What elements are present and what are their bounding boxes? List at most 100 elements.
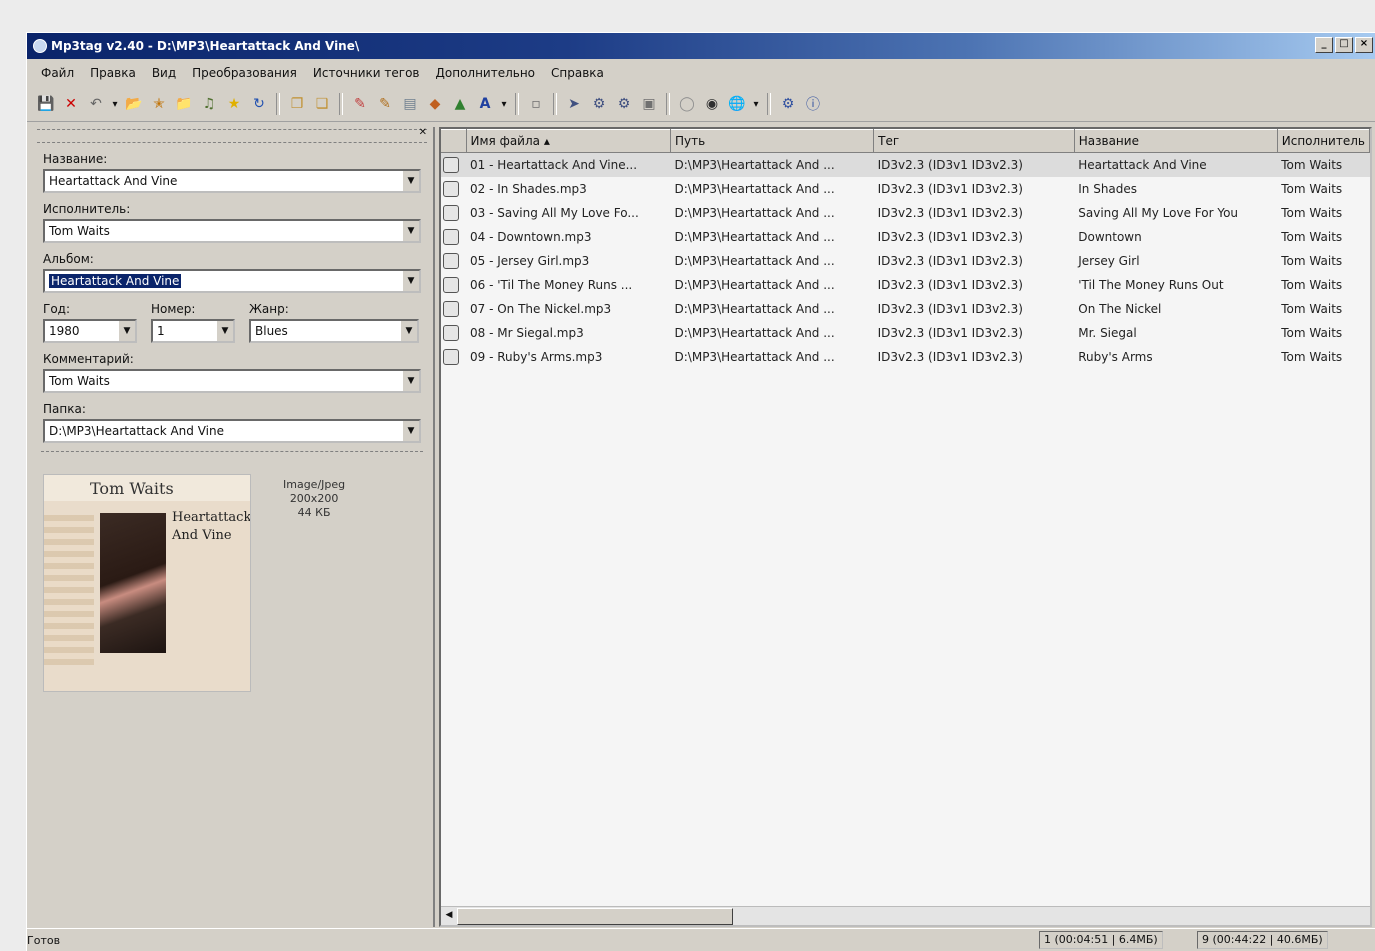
- tag-sources-icon[interactable]: ▣: [638, 93, 660, 115]
- column-header-icon: [441, 129, 467, 153]
- column-header-title[interactable]: Название: [1074, 129, 1278, 153]
- directory-value: D:\MP3\Heartattack And Vine: [49, 424, 224, 438]
- file-icon-cell: [441, 321, 466, 345]
- close-panel-icon[interactable]: ✕: [419, 127, 427, 138]
- actions-icon[interactable]: ➤: [563, 93, 585, 115]
- mp3-file-icon: [443, 253, 459, 269]
- menu-view[interactable]: Вид: [144, 66, 184, 80]
- autonumber-icon[interactable]: ▲: [449, 93, 471, 115]
- undo-icon[interactable]: ↶: [85, 93, 107, 115]
- chevron-down-icon[interactable]: ▼: [402, 371, 419, 391]
- freedb-icon[interactable]: ◯: [676, 93, 698, 115]
- file-table: Имя файла ▴ Путь Тег Название Исполнител…: [441, 129, 1370, 369]
- divider: [41, 451, 423, 452]
- tag-filename-icon[interactable]: ✎: [349, 93, 371, 115]
- table-row[interactable]: 04 - Downtown.mp3 D:\MP3\Heartattack And …: [441, 225, 1370, 249]
- close-button[interactable]: ×: [1355, 37, 1373, 53]
- chevron-down-icon[interactable]: ▼: [402, 171, 419, 191]
- album-label: Альбом:: [43, 252, 94, 266]
- cell-title: Ruby's Arms: [1078, 350, 1153, 364]
- action-group-icon[interactable]: ⚙: [588, 93, 610, 115]
- refresh-icon[interactable]: ↻: [248, 93, 270, 115]
- cell-filename: 06 - 'Til The Money Runs ...: [470, 278, 633, 292]
- case-convert-icon[interactable]: A: [474, 93, 496, 115]
- comment-field[interactable]: Tom Waits ▼: [43, 369, 421, 393]
- toolbar-separator: [767, 93, 771, 115]
- cell-title: 'Til The Money Runs Out: [1078, 278, 1224, 292]
- toolbar-separator: [339, 93, 343, 115]
- folder-icon[interactable]: 📁: [173, 93, 195, 115]
- table-row[interactable]: 01 - Heartattack And Vine... D:\MP3\Heart…: [441, 152, 1370, 177]
- menu-convert[interactable]: Преобразования: [184, 66, 305, 80]
- menu-help[interactable]: Справка: [543, 66, 612, 80]
- add-folder-icon[interactable]: ✭: [148, 93, 170, 115]
- paste-tag-icon[interactable]: ❏: [311, 93, 333, 115]
- chevron-down-icon[interactable]: ▼: [216, 321, 233, 341]
- album-field[interactable]: Heartattack And Vine ▼: [43, 269, 421, 293]
- dropdown-icon[interactable]: ▾: [110, 93, 120, 115]
- chevron-down-icon[interactable]: ▼: [402, 421, 419, 441]
- horizontal-scrollbar[interactable]: ◀: [441, 906, 1370, 925]
- table-row[interactable]: 07 - On The Nickel.mp3 D:\MP3\Heartattack…: [441, 297, 1370, 321]
- maximize-button[interactable]: □: [1335, 37, 1353, 53]
- menu-tag-sources[interactable]: Источники тегов: [305, 66, 428, 80]
- title-field[interactable]: Heartattack And Vine ▼: [43, 169, 421, 193]
- filename-tag-icon[interactable]: ✎: [374, 93, 396, 115]
- column-header-tag[interactable]: Тег: [873, 129, 1075, 153]
- text-file-icon[interactable]: ▤: [399, 93, 421, 115]
- column-header-artist[interactable]: Исполнитель: [1277, 129, 1370, 153]
- cell-filename: 03 - Saving All My Love Fo...: [470, 206, 639, 220]
- table-row[interactable]: 06 - 'Til The Money Runs ... D:\MP3\Heart…: [441, 273, 1370, 297]
- chevron-down-icon[interactable]: ▼: [402, 271, 419, 291]
- playlist-icon[interactable]: ♫: [198, 93, 220, 115]
- table-row[interactable]: 02 - In Shades.mp3 D:\MP3\Heartattack And…: [441, 177, 1370, 201]
- tag-tag-icon[interactable]: ◆: [424, 93, 446, 115]
- minimize-button[interactable]: _: [1315, 37, 1333, 53]
- options-icon[interactable]: ⚙: [777, 93, 799, 115]
- table-row[interactable]: 09 - Ruby's Arms.mp3 D:\MP3\Heartattack A…: [441, 345, 1370, 369]
- column-header-filename[interactable]: Имя файла ▴: [466, 129, 672, 153]
- menu-extra[interactable]: Дополнительно: [428, 66, 544, 80]
- remove-tag-icon[interactable]: ✕: [60, 93, 82, 115]
- cover-artist-text: Tom Waits: [90, 479, 174, 498]
- save-icon[interactable]: 💾: [35, 93, 57, 115]
- album-cover-image[interactable]: Tom Waits Heartattack And Vine: [43, 474, 251, 692]
- star-icon[interactable]: ★: [223, 93, 245, 115]
- table-row[interactable]: 03 - Saving All My Love Fo... D:\MP3\Hear…: [441, 201, 1370, 225]
- cover-dimensions: 200x200: [289, 492, 339, 505]
- cell-filename: 01 - Heartattack And Vine...: [466, 152, 671, 177]
- help-icon[interactable]: ⓘ: [802, 93, 824, 115]
- cell-tag: ID3v2.3 (ID3v1 ID3v2.3): [873, 152, 1075, 177]
- file-icon-cell: [441, 225, 466, 249]
- export-icon[interactable]: ▫: [525, 93, 547, 115]
- table-row[interactable]: 05 - Jersey Girl.mp3 D:\MP3\Heartattack A…: [441, 249, 1370, 273]
- dropdown-icon[interactable]: ▾: [751, 93, 761, 115]
- chevron-down-icon[interactable]: ▼: [118, 321, 135, 341]
- directory-field[interactable]: D:\MP3\Heartattack And Vine ▼: [43, 419, 421, 443]
- menu-bar: Файл Правка Вид Преобразования Источники…: [27, 61, 1375, 85]
- artist-field[interactable]: Tom Waits ▼: [43, 219, 421, 243]
- scrollbar-thumb[interactable]: [457, 908, 733, 925]
- chevron-down-icon[interactable]: ▼: [400, 321, 417, 341]
- app-window: Mp3tag v2.40- D:\MP3\Heartattack And Vine…: [26, 32, 1375, 951]
- open-folder-icon[interactable]: 📂: [123, 93, 145, 115]
- track-field[interactable]: 1 ▼: [151, 319, 235, 343]
- table-header-row: Имя файла ▴ Путь Тег Название Исполнител…: [441, 129, 1370, 153]
- quick-action-icon[interactable]: ⚙: [613, 93, 635, 115]
- cover-photo: [100, 513, 166, 653]
- column-header-path[interactable]: Путь: [670, 129, 875, 153]
- menu-edit[interactable]: Правка: [82, 66, 144, 80]
- table-row[interactable]: 08 - Mr Siegal.mp3 D:\MP3\Heartattack And…: [441, 321, 1370, 345]
- cell-path: D:\MP3\Heartattack And ...: [674, 254, 835, 268]
- dropdown-icon[interactable]: ▾: [499, 93, 509, 115]
- chevron-down-icon[interactable]: ▼: [402, 221, 419, 241]
- menu-file[interactable]: Файл: [33, 66, 82, 80]
- amazon-icon[interactable]: ◉: [701, 93, 723, 115]
- genre-field[interactable]: Blues ▼: [249, 319, 419, 343]
- scroll-left-icon[interactable]: ◀: [443, 908, 455, 923]
- cell-tag: ID3v2.3 (ID3v1 ID3v2.3): [877, 302, 1023, 316]
- copy-tag-icon[interactable]: ❐: [286, 93, 308, 115]
- mp3-file-icon: [443, 205, 459, 221]
- web-source-icon[interactable]: 🌐: [726, 93, 748, 115]
- year-field[interactable]: 1980 ▼: [43, 319, 137, 343]
